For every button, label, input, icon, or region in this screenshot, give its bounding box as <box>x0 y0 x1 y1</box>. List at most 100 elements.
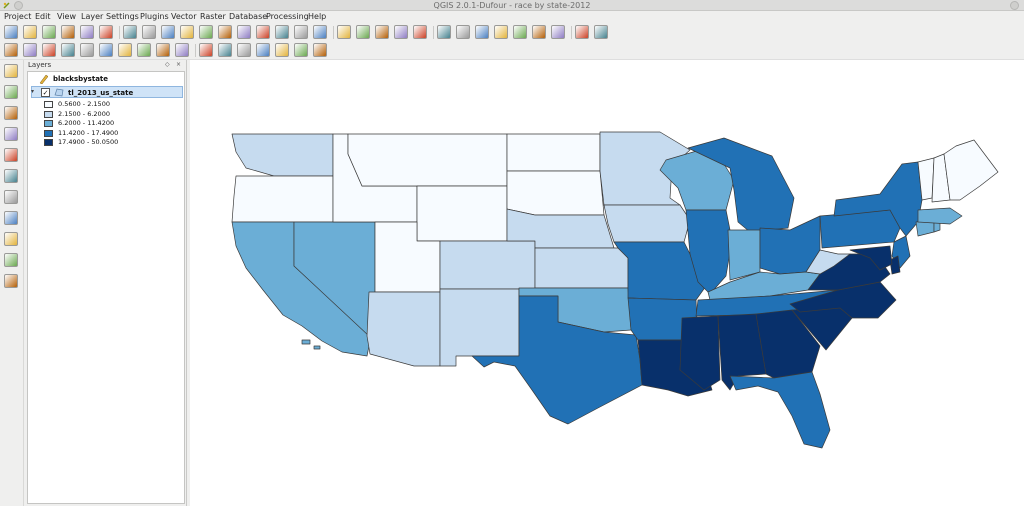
show-hide-labels-icon[interactable] <box>237 43 251 57</box>
legend-swatch <box>44 120 53 127</box>
save-project-icon[interactable] <box>42 25 56 39</box>
new-shapefile-icon[interactable] <box>4 253 18 267</box>
move-label-icon[interactable] <box>256 43 270 57</box>
label-tool-icon[interactable] <box>313 43 327 57</box>
whats-this-icon[interactable] <box>594 25 608 39</box>
pan-icon[interactable] <box>123 25 137 39</box>
open-project-icon[interactable] <box>23 25 37 39</box>
node-tool-icon[interactable] <box>99 43 113 57</box>
legend-item: 11.4200 - 17.4900 <box>44 129 184 138</box>
menu-layer[interactable]: Layer <box>81 11 103 23</box>
new-bookmark-icon[interactable] <box>513 25 527 39</box>
identify-icon[interactable] <box>337 25 351 39</box>
menu-edit[interactable]: Edit <box>35 11 51 23</box>
map-canvas[interactable] <box>190 60 1024 506</box>
show-bookmarks-icon[interactable] <box>532 25 546 39</box>
state-california-islands <box>301 339 311 345</box>
collapse-arrow-icon[interactable]: ▾ <box>31 86 34 98</box>
expression-select-icon[interactable] <box>413 25 427 39</box>
run-action-icon[interactable] <box>356 25 370 39</box>
cut-features-icon[interactable] <box>137 43 151 57</box>
add-feature-icon[interactable] <box>61 43 75 57</box>
state-wyoming <box>416 185 508 242</box>
state-massachusetts <box>917 207 963 225</box>
help-icon[interactable] <box>575 25 589 39</box>
layers-panel: Layers ◇ × blacksbystate ▾ ✓ tl_2013_us_… <box>24 60 187 506</box>
map-tips-icon[interactable] <box>494 25 508 39</box>
legend-swatch <box>44 139 53 146</box>
add-spatialite-layer-icon[interactable] <box>4 127 18 141</box>
zoom-in-icon[interactable] <box>161 25 175 39</box>
pan-to-selection-icon[interactable] <box>142 25 156 39</box>
toolbar-separator <box>571 26 572 39</box>
state-maine <box>943 139 999 201</box>
new-project-icon[interactable] <box>4 25 18 39</box>
legend-label: 6.2000 - 11.4200 <box>58 119 115 127</box>
select-icon[interactable] <box>375 25 389 39</box>
layers-panel-title: Layers <box>28 61 52 69</box>
polygon-layer-icon <box>54 88 64 97</box>
digitizing-toolbar <box>0 41 1024 60</box>
add-postgis-layer-icon[interactable] <box>4 106 18 120</box>
add-raster-layer-icon[interactable] <box>4 85 18 99</box>
delete-selected-icon[interactable] <box>118 43 132 57</box>
field-calculator-icon[interactable] <box>456 25 470 39</box>
zoom-out-icon[interactable] <box>180 25 194 39</box>
menu-database[interactable]: Database <box>229 11 267 23</box>
new-print-composer-icon[interactable] <box>80 25 94 39</box>
menu-plugins[interactable]: Plugins <box>140 11 169 23</box>
window-close-button[interactable] <box>1010 1 1019 10</box>
menu-help[interactable]: Help <box>308 11 326 23</box>
layer-item-tl_2013_us_state[interactable]: ▾ ✓ tl_2013_us_state <box>31 86 183 98</box>
add-oracle-layer-icon[interactable] <box>4 169 18 183</box>
add-wms-layer-icon[interactable] <box>4 190 18 204</box>
current-edits-icon[interactable] <box>4 43 18 57</box>
save-as-icon[interactable] <box>61 25 75 39</box>
zoom-to-layer-icon[interactable] <box>256 25 270 39</box>
save-edits-icon[interactable] <box>42 43 56 57</box>
menu-project[interactable]: Project <box>4 11 31 23</box>
close-panel-button[interactable]: × <box>176 60 181 70</box>
state-kansas <box>534 247 629 289</box>
layer-visibility-checkbox[interactable]: ✓ <box>41 88 50 97</box>
copy-features-icon[interactable] <box>156 43 170 57</box>
change-label-icon[interactable] <box>294 43 308 57</box>
zoom-last-icon[interactable] <box>275 25 289 39</box>
add-vector-layer-icon[interactable] <box>4 64 18 78</box>
measure-icon[interactable] <box>475 25 489 39</box>
float-panel-button[interactable]: ◇ <box>165 60 170 70</box>
legend-item: 6.2000 - 11.4200 <box>44 119 184 128</box>
us-states-choropleth <box>231 131 999 449</box>
menu-view[interactable]: View <box>57 11 76 23</box>
layer-item-blacksbystate[interactable]: blacksbystate <box>28 73 184 85</box>
pin-labels-icon[interactable] <box>218 43 232 57</box>
legend-swatch <box>44 101 53 108</box>
add-mssql-layer-icon[interactable] <box>4 148 18 162</box>
zoom-actual-icon[interactable] <box>199 25 213 39</box>
layers-panel-header: Layers ◇ × <box>24 60 187 70</box>
rotate-label-icon[interactable] <box>275 43 289 57</box>
refresh-icon[interactable] <box>313 25 327 39</box>
state-arizona <box>366 291 441 367</box>
toggle-editing-icon[interactable] <box>23 43 37 57</box>
label-icon[interactable] <box>199 43 213 57</box>
legend-swatch <box>44 129 53 137</box>
deselect-icon[interactable] <box>394 25 408 39</box>
add-wfs-layer-icon[interactable] <box>4 232 18 246</box>
menu-raster[interactable]: Raster <box>200 11 226 23</box>
text-annotation-icon[interactable] <box>551 25 565 39</box>
add-wcs-layer-icon[interactable] <box>4 211 18 225</box>
state-montana <box>347 133 508 187</box>
composer-manager-icon[interactable] <box>99 25 113 39</box>
zoom-full-icon[interactable] <box>218 25 232 39</box>
paste-features-icon[interactable] <box>175 43 189 57</box>
zoom-next-icon[interactable] <box>294 25 308 39</box>
attribute-table-icon[interactable] <box>437 25 451 39</box>
menu-vector[interactable]: Vector <box>171 11 197 23</box>
menu-settings[interactable]: Settings <box>106 11 139 23</box>
remove-layer-icon[interactable] <box>4 274 18 288</box>
zoom-to-selection-icon[interactable] <box>237 25 251 39</box>
menu-processing[interactable]: Processing <box>266 11 309 23</box>
legend-item: 2.1500 - 6.2000 <box>44 110 184 119</box>
move-feature-icon[interactable] <box>80 43 94 57</box>
